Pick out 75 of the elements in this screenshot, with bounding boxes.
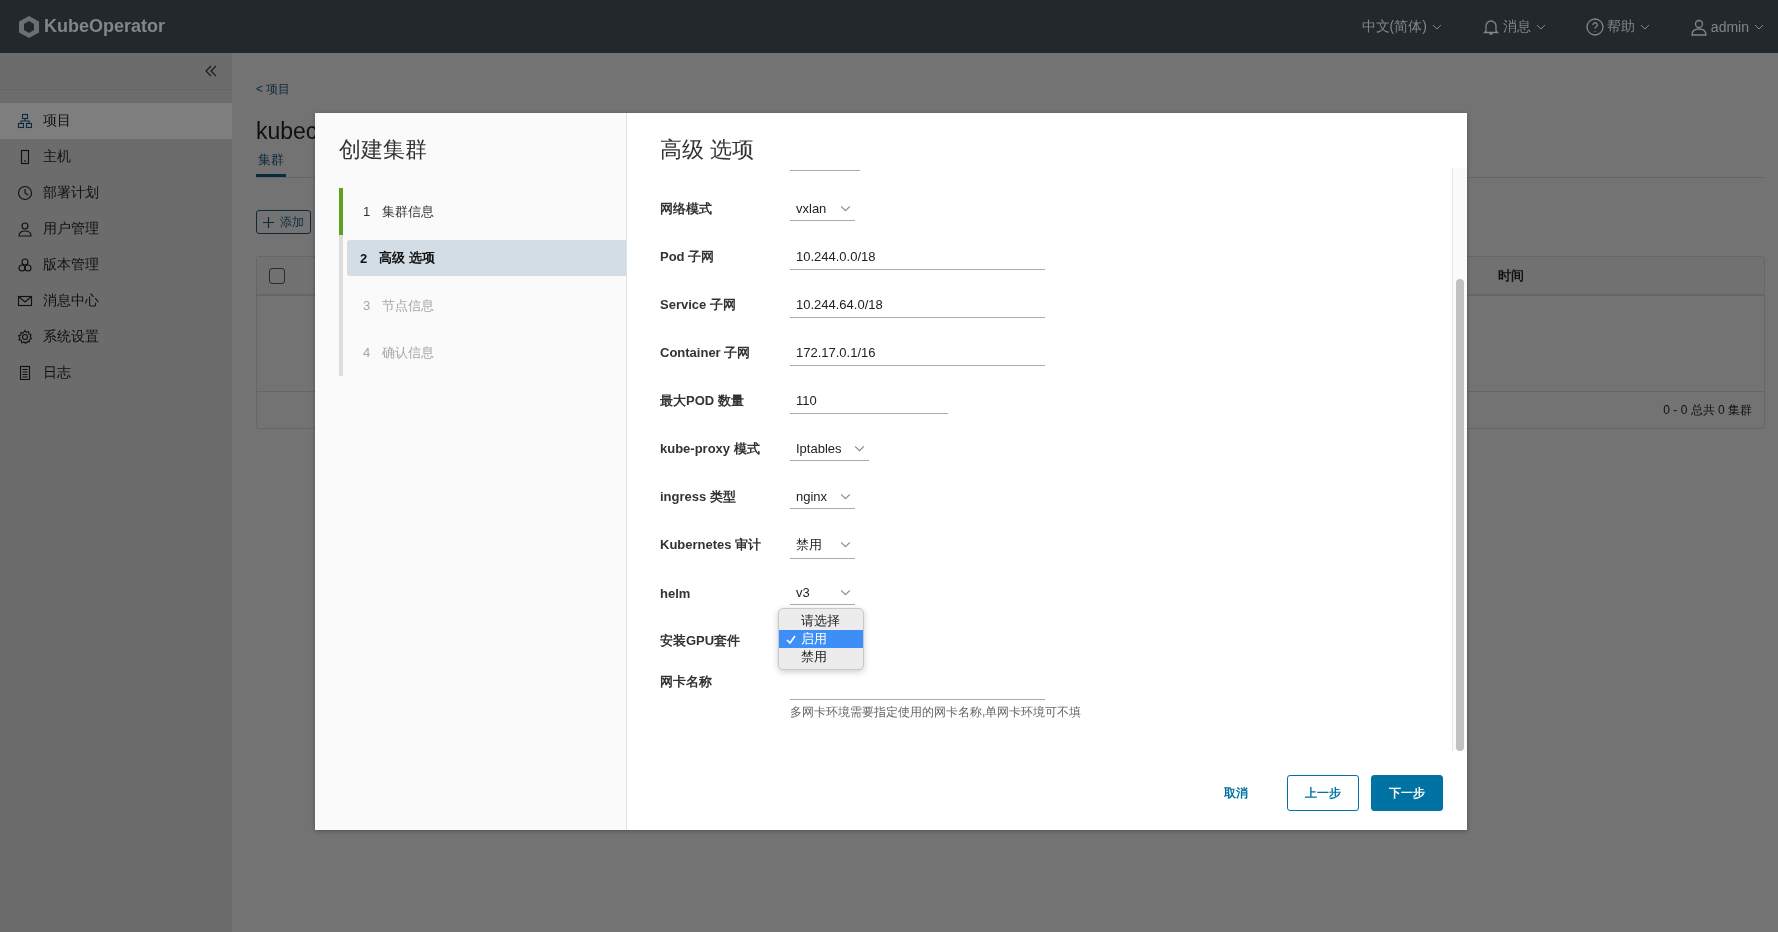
previous-button[interactable]: 上一步 xyxy=(1287,775,1359,811)
field-label: 网络模式 xyxy=(660,200,713,218)
sidebar-item[interactable]: 用户管理 xyxy=(0,211,232,247)
chevron-down-icon xyxy=(840,205,851,212)
input-field[interactable]: 10.244.0.0/18 xyxy=(790,244,1045,270)
check-icon xyxy=(786,635,796,644)
chevron-down-icon xyxy=(853,445,865,452)
field-label: kube-proxy 模式 xyxy=(660,440,761,458)
input-field[interactable]: 172.17.0.1/16 xyxy=(790,340,1045,366)
tab[interactable]: 集群 xyxy=(256,147,286,177)
document-icon xyxy=(17,365,33,381)
field-label: Service 子网 xyxy=(660,296,737,314)
field-label: Pod 子网 xyxy=(660,248,716,266)
input-field[interactable]: 110 xyxy=(790,388,948,414)
next-button[interactable]: 下一步 xyxy=(1371,775,1443,811)
sitemap-icon xyxy=(17,113,33,129)
add-button[interactable]: 添加 xyxy=(256,210,311,234)
select-field[interactable]: Iptables xyxy=(790,437,869,461)
help-menu[interactable]: 帮助 xyxy=(1585,17,1650,36)
sidebar-item[interactable]: 部署计划 xyxy=(0,175,232,211)
field-label: helm xyxy=(660,585,692,601)
sidebar-item[interactable]: 项目 xyxy=(0,103,232,139)
dropdown-option[interactable]: 启用 xyxy=(779,630,863,648)
caret-icon xyxy=(1754,23,1764,30)
field-label: 安装GPU套件 xyxy=(660,632,742,650)
sidebar-item[interactable]: 主机 xyxy=(0,139,232,175)
select-field[interactable]: v3 xyxy=(790,581,855,605)
language-menu[interactable]: 中文(简体) xyxy=(1361,17,1442,36)
sidebar-item[interactable]: 消息中心 xyxy=(0,283,232,319)
cancel-button[interactable]: 取消 xyxy=(1209,775,1263,811)
envelope-icon xyxy=(17,293,33,309)
scrollbar[interactable] xyxy=(1452,168,1467,751)
bell-icon xyxy=(1481,17,1500,36)
app-logo-text: KubeOperator xyxy=(44,16,166,37)
field-label: 网卡名称 xyxy=(660,673,713,691)
dialog-title: 创建集群 xyxy=(339,136,428,164)
chevron-down-icon xyxy=(840,589,851,596)
help-icon xyxy=(1585,17,1604,36)
dropdown-option[interactable]: 禁用 xyxy=(779,648,863,666)
checkbox[interactable] xyxy=(269,267,285,284)
breadcrumb-link[interactable]: < 项目 xyxy=(256,81,291,98)
plus-icon xyxy=(263,216,274,228)
helper-text: 多网卡环境需要指定使用的网卡名称,单网卡环境可不填 xyxy=(790,704,1082,721)
field-label: ingress 类型 xyxy=(660,488,737,506)
messages-menu[interactable]: 消息 xyxy=(1481,17,1546,36)
user-menu[interactable]: admin xyxy=(1689,17,1764,36)
user-icon xyxy=(17,221,33,237)
select-field[interactable]: vxlan xyxy=(790,197,855,221)
step-item[interactable]: 2 高级 选项 xyxy=(347,240,626,276)
column-header: 时间 xyxy=(1498,266,1524,285)
user-icon xyxy=(1689,17,1708,36)
gear-icon xyxy=(17,329,33,345)
cubes-icon xyxy=(17,257,33,273)
chevron-down-icon xyxy=(840,541,851,548)
step-item[interactable]: 1 集群信息 xyxy=(339,188,626,235)
field-label: Container 子网 xyxy=(660,344,752,362)
collapse-icon[interactable] xyxy=(204,65,218,77)
sidebar-item[interactable]: 系统设置 xyxy=(0,319,232,355)
sidebar-item[interactable]: 版本管理 xyxy=(0,247,232,283)
chevron-down-icon xyxy=(840,493,851,500)
field-label: Kubernetes 审计 xyxy=(660,536,763,554)
caret-icon xyxy=(1639,23,1650,30)
pagination-text: 0 - 0 总共 0 集群 xyxy=(1663,401,1752,419)
field-label: 最大POD 数量 xyxy=(660,392,745,410)
select-field[interactable]: 禁用 xyxy=(790,531,855,559)
dropdown-option[interactable]: 请选择 xyxy=(779,612,863,630)
hexagon-logo-icon xyxy=(18,14,40,39)
sidebar-item[interactable]: 日志 xyxy=(0,355,232,391)
input-field[interactable]: 10.244.64.0/18 xyxy=(790,292,1045,318)
clock-icon xyxy=(17,185,33,201)
section-title: 高级 选项 xyxy=(660,136,756,164)
select-field[interactable]: nginx xyxy=(790,485,855,509)
caret-icon xyxy=(1431,23,1442,30)
page-title: kubec xyxy=(256,118,318,145)
caret-icon xyxy=(1535,23,1546,30)
